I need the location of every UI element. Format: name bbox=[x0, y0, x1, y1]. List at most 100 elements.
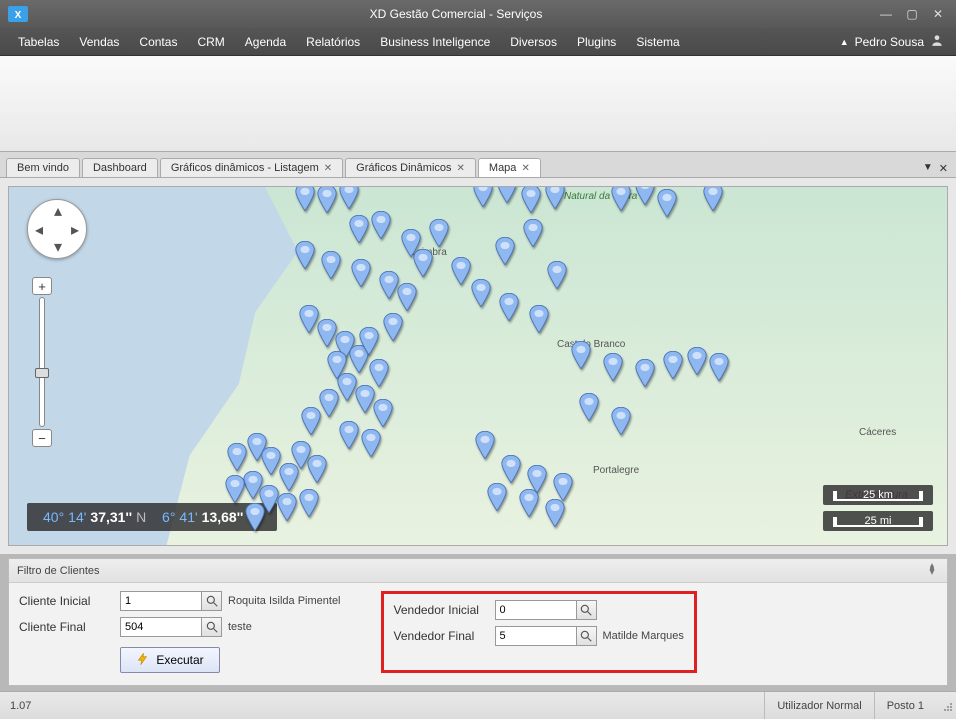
map-canvas[interactable]: Coimbra Castelo Branco Cáceres Portalegr… bbox=[8, 186, 948, 546]
menu-agenda[interactable]: Agenda bbox=[235, 35, 296, 49]
menu-plugins[interactable]: Plugins bbox=[567, 35, 626, 49]
map-pin[interactable] bbox=[578, 393, 600, 421]
map-pin[interactable] bbox=[474, 431, 496, 459]
cliente-final-lookup-button[interactable] bbox=[202, 617, 222, 637]
tab-dashboard[interactable]: Dashboard bbox=[82, 158, 158, 177]
map-pin[interactable] bbox=[350, 259, 372, 287]
map-pin[interactable] bbox=[498, 293, 520, 321]
zoom-out-button[interactable]: − bbox=[32, 429, 52, 447]
map-pin[interactable] bbox=[370, 211, 392, 239]
menu-bi[interactable]: Business Inteligence bbox=[370, 35, 500, 49]
map-pin[interactable] bbox=[316, 186, 338, 213]
map-pin[interactable] bbox=[320, 251, 342, 279]
map-pin[interactable] bbox=[224, 475, 246, 503]
tab-bemvindo[interactable]: Bem vindo bbox=[6, 158, 80, 177]
vendedor-final-input[interactable] bbox=[495, 626, 577, 646]
minimize-button[interactable]: — bbox=[876, 6, 896, 22]
tab-mapa[interactable]: Mapa✕ bbox=[478, 158, 541, 177]
tab-graficos-dinamicos[interactable]: Gráficos Dinâmicos✕ bbox=[345, 158, 476, 177]
map-pin[interactable] bbox=[412, 249, 434, 277]
map-pin[interactable] bbox=[610, 407, 632, 435]
map-pin[interactable] bbox=[226, 443, 248, 471]
cliente-final-label: Cliente Final bbox=[19, 620, 114, 634]
close-button[interactable]: ✕ bbox=[928, 6, 948, 22]
map-pin[interactable] bbox=[428, 219, 450, 247]
pin-icon[interactable] bbox=[925, 562, 939, 579]
map-pin[interactable] bbox=[358, 327, 380, 355]
map-pin[interactable] bbox=[610, 186, 632, 211]
map-pin[interactable] bbox=[338, 421, 360, 449]
cliente-final-input[interactable] bbox=[120, 617, 202, 637]
map-pin[interactable] bbox=[294, 241, 316, 269]
map-pin[interactable] bbox=[500, 455, 522, 483]
cliente-inicial-lookup-button[interactable] bbox=[202, 591, 222, 611]
tab-dropdown-icon[interactable]: ▼ bbox=[923, 162, 933, 175]
map-pin[interactable] bbox=[396, 283, 418, 311]
map-pin[interactable] bbox=[470, 279, 492, 307]
vendedor-inicial-input[interactable] bbox=[495, 600, 577, 620]
map-pin[interactable] bbox=[244, 503, 266, 531]
map-pin[interactable] bbox=[450, 257, 472, 285]
menu-relatorios[interactable]: Relatórios bbox=[296, 35, 370, 49]
menu-diversos[interactable]: Diversos bbox=[500, 35, 567, 49]
map-pin[interactable] bbox=[360, 429, 382, 457]
resize-grip-icon[interactable] bbox=[936, 697, 956, 715]
close-icon[interactable]: ✕ bbox=[324, 163, 332, 174]
map-pin[interactable] bbox=[382, 313, 404, 341]
map-pin[interactable] bbox=[348, 215, 370, 243]
map-pin[interactable] bbox=[708, 353, 730, 381]
pan-right-button[interactable]: ▸ bbox=[68, 223, 82, 237]
map-pin[interactable] bbox=[544, 499, 566, 527]
map-pin[interactable] bbox=[656, 189, 678, 217]
map-pin[interactable] bbox=[520, 186, 542, 213]
map-pin[interactable] bbox=[518, 489, 540, 517]
map-pin[interactable] bbox=[634, 359, 656, 387]
map-pin[interactable] bbox=[368, 359, 390, 387]
map-pin[interactable] bbox=[300, 407, 322, 435]
user-menu[interactable]: ▲ Pedro Sousa bbox=[840, 33, 948, 50]
map-pin[interactable] bbox=[338, 186, 360, 209]
map-pin[interactable] bbox=[552, 473, 574, 501]
close-icon[interactable]: ✕ bbox=[457, 163, 465, 174]
map-pin[interactable] bbox=[278, 463, 300, 491]
zoom-in-button[interactable]: + bbox=[32, 277, 52, 295]
close-icon[interactable]: ✕ bbox=[521, 163, 529, 174]
menu-crm[interactable]: CRM bbox=[187, 35, 234, 49]
vendedor-final-lookup-button[interactable] bbox=[577, 626, 597, 646]
vendedor-inicial-lookup-button[interactable] bbox=[577, 600, 597, 620]
map-pin[interactable] bbox=[372, 399, 394, 427]
pan-up-button[interactable]: ▴ bbox=[51, 204, 65, 218]
map-pin[interactable] bbox=[546, 261, 568, 289]
executar-button[interactable]: Executar bbox=[120, 647, 220, 673]
map-pin[interactable] bbox=[298, 489, 320, 517]
map-pin[interactable] bbox=[662, 351, 684, 379]
map-pin[interactable] bbox=[486, 483, 508, 511]
menu-tabelas[interactable]: Tabelas bbox=[8, 35, 69, 49]
user-name: Pedro Sousa bbox=[855, 35, 924, 49]
map-pin[interactable] bbox=[494, 237, 516, 265]
map-pin[interactable] bbox=[602, 353, 624, 381]
map-pin[interactable] bbox=[496, 186, 518, 203]
pan-down-button[interactable]: ▾ bbox=[51, 240, 65, 254]
zoom-slider[interactable] bbox=[39, 297, 45, 427]
map-pin[interactable] bbox=[294, 186, 316, 211]
menu-vendas[interactable]: Vendas bbox=[69, 35, 129, 49]
tab-graficos-listagem[interactable]: Gráficos dinâmicos - Listagem✕ bbox=[160, 158, 343, 177]
pan-left-button[interactable]: ◂ bbox=[32, 223, 46, 237]
map-pin[interactable] bbox=[306, 455, 328, 483]
maximize-button[interactable]: ▢ bbox=[902, 6, 922, 22]
map-pin[interactable] bbox=[634, 186, 656, 205]
map-pin[interactable] bbox=[686, 347, 708, 375]
zoom-thumb[interactable] bbox=[35, 368, 49, 378]
map-pin[interactable] bbox=[276, 493, 298, 521]
map-pin[interactable] bbox=[528, 305, 550, 333]
map-pin[interactable] bbox=[522, 219, 544, 247]
menu-sistema[interactable]: Sistema bbox=[626, 35, 689, 49]
cliente-inicial-input[interactable] bbox=[120, 591, 202, 611]
menu-contas[interactable]: Contas bbox=[129, 35, 187, 49]
map-pin[interactable] bbox=[544, 186, 566, 209]
map-pin[interactable] bbox=[570, 341, 592, 369]
map-pin[interactable] bbox=[472, 186, 494, 207]
tabs-close-icon[interactable]: ✕ bbox=[939, 162, 948, 175]
map-pin[interactable] bbox=[702, 186, 724, 211]
